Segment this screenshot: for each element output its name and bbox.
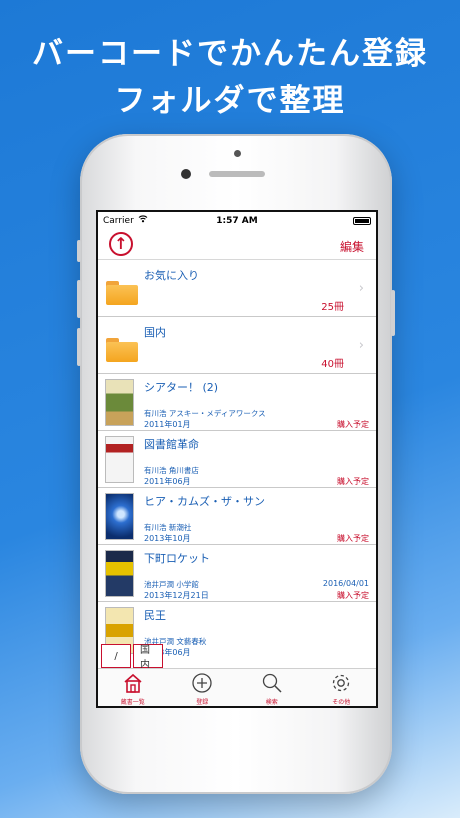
book-cover	[105, 436, 134, 483]
volume-up-button	[77, 280, 81, 318]
book-row[interactable]: 図書館革命 有川浩 角川書店 2011年06月 購入予定	[98, 432, 376, 488]
chevron-right-icon: ›	[358, 338, 364, 353]
tab-register[interactable]: 登録	[168, 669, 238, 706]
folder-count: 40冊	[321, 359, 344, 370]
sensor-dot	[234, 150, 241, 157]
book-status: 購入予定	[337, 477, 369, 486]
front-camera	[181, 169, 191, 179]
book-row[interactable]: 下町ロケット 2016/04/01 池井戸潤 小学館 2013年12月21日 購…	[98, 546, 376, 602]
earpiece-speaker	[209, 171, 265, 177]
breadcrumb-root-button[interactable]: /	[101, 644, 131, 668]
folder-icon	[106, 338, 138, 362]
tab-label: 検索	[265, 699, 278, 706]
book-title: 下町ロケット	[144, 552, 210, 565]
power-button	[391, 290, 395, 336]
gear-icon	[333, 674, 350, 692]
book-status: 購入予定	[337, 420, 369, 429]
book-date: 2011年06月	[144, 477, 191, 486]
book-cover	[105, 550, 134, 597]
arrow-up-circle-icon[interactable]: ↑	[109, 232, 133, 256]
promo-headline-1: バーコードでかんたん登録	[32, 36, 428, 72]
book-author-publisher: 有川浩 新潮社	[144, 523, 192, 532]
mute-switch	[77, 240, 81, 262]
book-purchase-date: 2016/04/01	[322, 579, 369, 588]
home-icon	[124, 673, 142, 693]
folder-name: お気に入り	[144, 269, 199, 282]
search-icon	[262, 673, 282, 693]
book-title: シアター！ (2)	[144, 381, 219, 394]
tab-label: 登録	[196, 699, 209, 706]
tab-other[interactable]: その他	[307, 669, 377, 706]
tab-label: 蔵書一覧	[120, 699, 145, 706]
book-author-publisher: 有川浩 角川書店	[144, 466, 199, 475]
promo-headline-2: フォルダで整理	[114, 83, 346, 119]
edit-button[interactable]: 編集	[340, 238, 364, 255]
book-date: 2013年10月	[144, 534, 191, 543]
book-row[interactable]: ヒア・カムズ・ザ・サン 有川浩 新潮社 2013年10月 購入予定	[98, 489, 376, 545]
book-cover	[105, 379, 134, 426]
book-date: 2013年12月21日	[144, 591, 209, 600]
breadcrumb-current-button[interactable]: 国内	[133, 644, 163, 671]
book-author-publisher: 有川浩 アスキー・メディアワークス	[144, 409, 266, 418]
folder-breadcrumb: / 国内	[101, 644, 163, 671]
battery-icon	[353, 217, 371, 225]
tab-search[interactable]: 検索	[237, 669, 307, 706]
book-cover	[105, 493, 134, 540]
status-bar: Carrier 1:57 AM	[98, 212, 376, 230]
book-title: 図書館革命	[144, 438, 199, 451]
folder-count: 25冊	[321, 302, 344, 313]
chevron-right-icon: ›	[358, 281, 364, 296]
book-title: 民王	[144, 609, 166, 622]
volume-down-button	[77, 328, 81, 366]
book-date: 2011年01月	[144, 420, 191, 429]
add-circle-icon	[192, 673, 212, 693]
clock: 1:57 AM	[216, 216, 258, 226]
tab-label: その他	[332, 699, 351, 706]
tab-library[interactable]: 蔵書一覧	[98, 669, 168, 706]
folder-name: 国内	[144, 326, 166, 339]
folder-icon	[106, 281, 138, 305]
navigation-bar: ↑ 編集	[98, 230, 376, 260]
book-status: 購入予定	[337, 591, 369, 600]
book-status: 購入予定	[337, 534, 369, 543]
book-author-publisher: 池井戸潤 小学館	[144, 580, 199, 589]
folder-row-favorites[interactable]: お気に入り › 25冊	[98, 261, 376, 317]
app-screen: Carrier 1:57 AM ↑ 編集 お気に入り › 25冊 国内 › 40…	[96, 210, 378, 708]
folder-row-domestic[interactable]: 国内 › 40冊	[98, 318, 376, 374]
tab-bar: 蔵書一覧 登録 検索 その他	[98, 668, 376, 706]
book-title: ヒア・カムズ・ザ・サン	[144, 495, 265, 508]
book-row[interactable]: シアター！ (2) 有川浩 アスキー・メディアワークス 2011年01月 購入予…	[98, 375, 376, 431]
